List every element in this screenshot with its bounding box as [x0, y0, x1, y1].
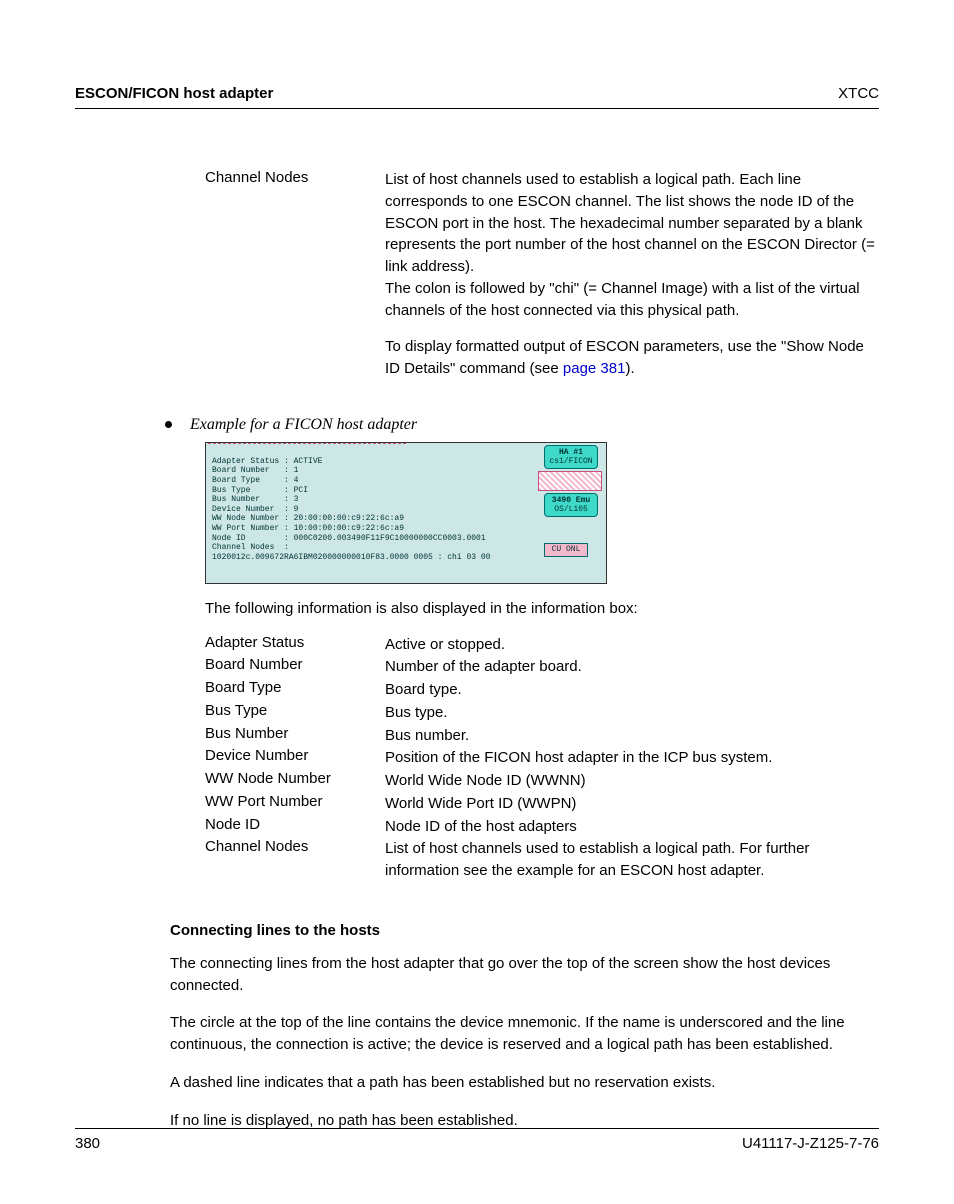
example-caption: Example for a FICON host adapter: [190, 416, 417, 434]
shot-emu-label: 3490 Emu: [552, 496, 590, 505]
desc-text-1: List of host channels used to establish …: [385, 171, 875, 275]
def-desc: Number of the adapter board.: [385, 656, 879, 678]
desc3-post: ).: [625, 360, 634, 377]
shot-cu-box: CU ONL: [544, 543, 588, 557]
def-desc: List of host channels used to establish …: [385, 838, 879, 882]
doc-id: U41117-J-Z125-7-76: [742, 1135, 879, 1152]
shot-emu-sub: OS/L105: [554, 505, 588, 514]
def-term: Node ID: [205, 816, 385, 838]
def-term: Bus Type: [205, 702, 385, 724]
connecting-heading: Connecting lines to the hosts: [170, 922, 879, 939]
definition-list: Adapter StatusActive or stopped. Board N…: [205, 634, 879, 882]
def-channel-nodes: Channel Nodes List of host channels used…: [205, 169, 879, 321]
def-term: Adapter Status: [205, 634, 385, 656]
def-row: WW Node NumberWorld Wide Node ID (WWNN): [205, 770, 879, 792]
connecting-p1: The connecting lines from the host adapt…: [170, 953, 879, 997]
def-desc: World Wide Port ID (WWPN): [385, 793, 879, 815]
header-title: ESCON/FICON host adapter: [75, 85, 273, 102]
def-term: Channel Nodes: [205, 838, 385, 882]
desc-paragraph: To display formatted output of ESCON par…: [385, 336, 879, 380]
shot-ha-label: HA #1: [559, 448, 583, 457]
shot-ha-sub: cs1/FICON: [549, 457, 592, 466]
header-right: XTCC: [838, 85, 879, 102]
shot-connector-box: [538, 471, 602, 491]
shot-cu-label: CU ONL: [552, 545, 581, 554]
bullet-icon: [165, 421, 172, 428]
def-term: WW Node Number: [205, 770, 385, 792]
connecting-p2: The circle at the top of the line contai…: [170, 1012, 879, 1056]
def-term: Bus Number: [205, 725, 385, 747]
ficon-screenshot: Adapter Status : ACTIVE Board Number : 1…: [205, 442, 607, 584]
def-desc: Active or stopped.: [385, 634, 879, 656]
page-header: ESCON/FICON host adapter XTCC: [75, 85, 879, 109]
example-caption-line: Example for a FICON host adapter: [165, 416, 879, 434]
def-term: Board Type: [205, 679, 385, 701]
def-desc: Bus number.: [385, 725, 879, 747]
page-footer: 380 U41117-J-Z125-7-76: [75, 1128, 879, 1152]
page-number: 380: [75, 1135, 100, 1152]
term-channel-nodes: Channel Nodes: [205, 169, 385, 321]
def-term: Device Number: [205, 747, 385, 769]
following-text: The following information is also displa…: [205, 598, 879, 620]
def-channel-nodes-extra: To display formatted output of ESCON par…: [205, 322, 879, 394]
def-term: Board Number: [205, 656, 385, 678]
page-link[interactable]: page 381: [563, 360, 626, 377]
def-row: Bus TypeBus type.: [205, 702, 879, 724]
def-row: Node IDNode ID of the host adapters: [205, 816, 879, 838]
desc-channel-nodes: List of host channels used to establish …: [385, 169, 879, 321]
def-term: WW Port Number: [205, 793, 385, 815]
def-desc: Node ID of the host adapters: [385, 816, 879, 838]
def-row: Board NumberNumber of the adapter board.: [205, 656, 879, 678]
def-desc: Bus type.: [385, 702, 879, 724]
shot-emu-box: 3490 Emu OS/L105: [544, 493, 598, 517]
def-row: Bus NumberBus number.: [205, 725, 879, 747]
def-row: WW Port NumberWorld Wide Port ID (WWPN): [205, 793, 879, 815]
def-desc: World Wide Node ID (WWNN): [385, 770, 879, 792]
def-row: Adapter StatusActive or stopped.: [205, 634, 879, 656]
def-desc: Board type.: [385, 679, 879, 701]
def-row: Board TypeBoard type.: [205, 679, 879, 701]
shot-dashed-line: [208, 443, 406, 444]
def-desc: Position of the FICON host adapter in th…: [385, 747, 879, 769]
def-row: Device NumberPosition of the FICON host …: [205, 747, 879, 769]
connecting-p3: A dashed line indicates that a path has …: [170, 1072, 879, 1094]
shot-ha-box: HA #1 cs1/FICON: [544, 445, 598, 469]
desc-text-2: The colon is followed by "chi" (= Channe…: [385, 280, 860, 319]
def-row: Channel NodesList of host channels used …: [205, 838, 879, 882]
